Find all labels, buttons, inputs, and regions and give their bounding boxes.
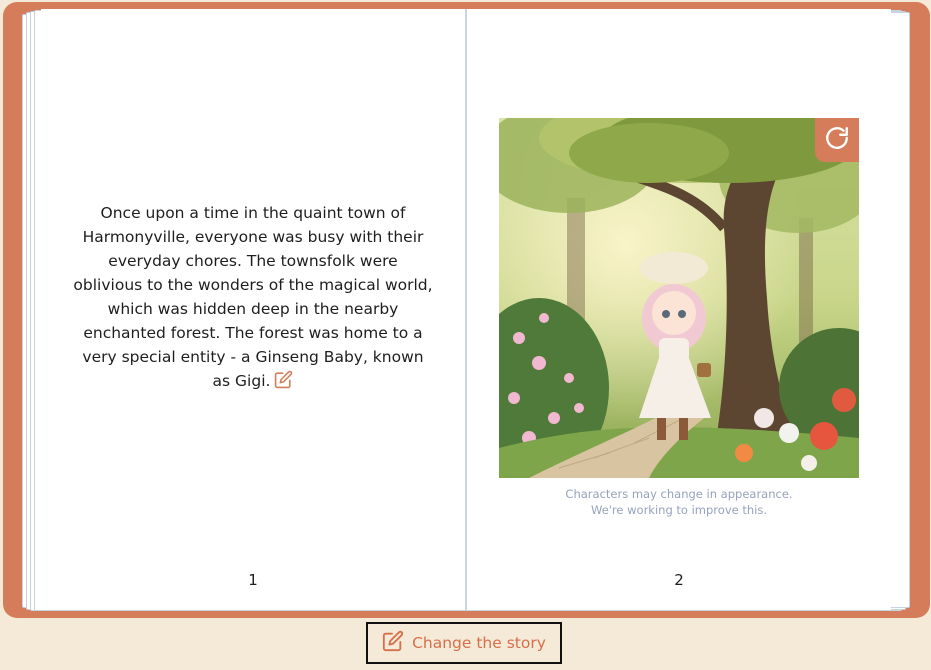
story-text: Once upon a time in the quaint town of H… <box>73 201 433 396</box>
change-story-label: Change the story <box>412 634 546 652</box>
page-number-right: 2 <box>467 571 891 589</box>
edit-icon <box>382 630 404 656</box>
image-caption: Characters may change in appearance. We'… <box>499 486 859 518</box>
page-number-left: 1 <box>41 571 465 589</box>
story-illustration <box>499 118 859 478</box>
left-page: Once upon a time in the quaint town of H… <box>41 9 465 610</box>
refresh-icon <box>824 125 850 155</box>
right-page: Characters may change in appearance. We'… <box>467 9 891 610</box>
regenerate-image-button[interactable] <box>815 118 859 162</box>
story-paragraph: Once upon a time in the quaint town of H… <box>73 204 432 390</box>
caption-line-1: Characters may change in appearance. <box>499 486 859 502</box>
edit-icon[interactable] <box>274 370 293 396</box>
change-story-button[interactable]: Change the story <box>366 622 562 664</box>
caption-line-2: We're working to improve this. <box>499 502 859 518</box>
